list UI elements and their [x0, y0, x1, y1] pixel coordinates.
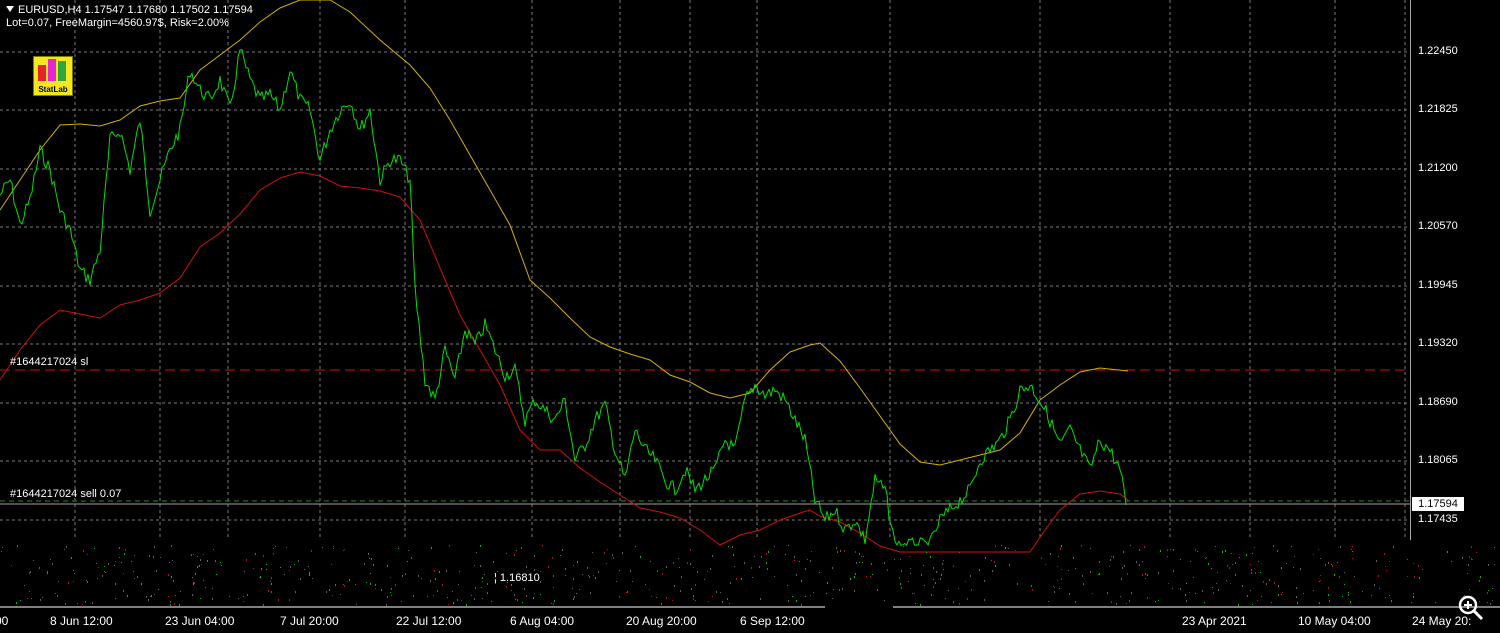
price-axis-label: 1.17435 — [1418, 513, 1458, 525]
sl-level-label: #1644217024 sl — [10, 356, 89, 368]
time-axis-label: 10 May 04:00 — [1298, 614, 1371, 628]
time-axis-label: 6 Aug 04:00 — [510, 614, 575, 628]
statlab-logo: StatLab — [33, 56, 73, 96]
time-axis-label: 7 Jul 20:00 — [280, 614, 339, 628]
upper-band-line — [0, 0, 1129, 466]
price-chart[interactable] — [0, 0, 1500, 633]
info-header: Lot=0.07, FreeMargin=4560.97$, Risk=2.00… — [6, 17, 229, 29]
time-axis-label: 00 — [0, 614, 9, 628]
price-axis-label: 1.19945 — [1418, 279, 1458, 291]
time-axis-label: 23 Jun 04:00 — [165, 614, 235, 628]
time-axis-label: 22 Jul 12:00 — [396, 614, 462, 628]
time-axis-label: 20 Aug 20:00 — [626, 614, 697, 628]
magnifier-zoom-icon[interactable] — [1457, 594, 1485, 622]
price-axis-label: 1.21825 — [1418, 103, 1458, 115]
symbol-header: EURUSD,H4 1.17547 1.17680 1.17502 1.1759… — [6, 4, 253, 17]
price-axis-label: 1.19320 — [1418, 337, 1458, 349]
price-axis-label: 1.22450 — [1418, 45, 1458, 57]
price-axis-label: 1.20570 — [1418, 220, 1458, 232]
price-axis-label: 1.18690 — [1418, 396, 1458, 408]
time-axis-label: 23 Apr 2021 — [1182, 614, 1247, 628]
time-axis-label: 8 Jun 12:00 — [50, 614, 113, 628]
price-line — [0, 49, 1127, 547]
lower-band-line — [0, 171, 1129, 553]
time-axis-label: 6 Sep 12:00 — [740, 614, 805, 628]
price-axis-label: 1.21200 — [1418, 162, 1458, 174]
current-price-badge: 1.17594 — [1412, 497, 1464, 511]
crosshair-price-label: ¦ 1.16810 — [494, 572, 540, 584]
price-axis-label: 1.18065 — [1418, 454, 1458, 466]
dropdown-triangle-icon[interactable] — [6, 6, 14, 12]
chart-grid — [0, 0, 1410, 540]
sell-level-label: #1644217024 sell 0.07 — [10, 488, 122, 500]
indicator-subwindow — [1, 545, 1495, 606]
